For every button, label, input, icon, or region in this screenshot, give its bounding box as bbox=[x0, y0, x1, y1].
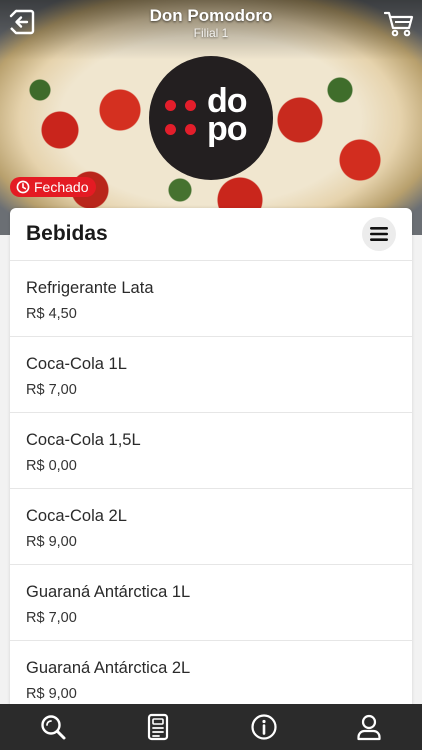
logo-text-bottom: po bbox=[207, 110, 248, 148]
section-title: Bebidas bbox=[26, 222, 108, 245]
item-name: Coca-Cola 1,5L bbox=[26, 431, 141, 449]
menu-item[interactable]: Coca-Cola 2L R$ 9,00 bbox=[10, 489, 412, 565]
nav-orders-button[interactable] bbox=[140, 709, 176, 745]
logo-dot bbox=[165, 100, 176, 111]
branch-subtitle: Filial 1 bbox=[193, 26, 229, 40]
item-price: R$ 0,00 bbox=[26, 458, 77, 474]
item-name: Coca-Cola 2L bbox=[26, 507, 127, 525]
order-list-icon bbox=[148, 713, 169, 741]
clock-icon bbox=[16, 180, 30, 194]
restaurant-logo: do po bbox=[149, 56, 273, 180]
menu-card: Bebidas Refrigerante Lata R$ 4,50 Coca-C… bbox=[10, 208, 412, 708]
menu-item[interactable]: Refrigerante Lata R$ 4,50 bbox=[10, 261, 412, 337]
cart-button[interactable] bbox=[383, 10, 414, 38]
item-name: Coca-Cola 1L bbox=[26, 355, 127, 373]
cart-icon bbox=[383, 11, 414, 37]
hamburger-menu-icon bbox=[370, 227, 388, 241]
menu-item[interactable]: Coca-Cola 1L R$ 7,00 bbox=[10, 337, 412, 413]
nav-search-button[interactable] bbox=[35, 709, 71, 745]
menu-item[interactable]: Guaraná Antárctica 2L R$ 9,00 bbox=[10, 641, 412, 708]
item-name: Refrigerante Lata bbox=[26, 279, 154, 297]
section-header: Bebidas bbox=[10, 208, 412, 261]
status-badge: Fechado bbox=[10, 177, 97, 197]
nav-profile-button[interactable] bbox=[351, 709, 387, 745]
item-price: R$ 7,00 bbox=[26, 382, 77, 398]
search-icon bbox=[41, 715, 66, 740]
logo-dot bbox=[165, 124, 176, 135]
menu-item[interactable]: Coca-Cola 1,5L R$ 0,00 bbox=[10, 413, 412, 489]
item-price: R$ 9,00 bbox=[26, 534, 77, 550]
hero-banner: Don Pomodoro Filial 1 do po Fechado bbox=[0, 0, 422, 235]
status-label: Fechado bbox=[34, 179, 89, 195]
logo-dot bbox=[185, 100, 196, 111]
item-name: Guaraná Antárctica 2L bbox=[26, 659, 191, 677]
user-icon bbox=[357, 714, 381, 741]
item-name: Guaraná Antárctica 1L bbox=[26, 583, 191, 601]
bottom-nav bbox=[0, 704, 422, 750]
logo-dot bbox=[185, 124, 196, 135]
menu-item[interactable]: Guaraná Antárctica 1L R$ 7,00 bbox=[10, 565, 412, 641]
info-icon bbox=[251, 714, 277, 740]
item-price: R$ 4,50 bbox=[26, 306, 77, 322]
nav-info-button[interactable] bbox=[246, 709, 282, 745]
category-menu-button[interactable] bbox=[362, 217, 396, 251]
item-price: R$ 9,00 bbox=[26, 686, 77, 702]
item-price: R$ 7,00 bbox=[26, 610, 77, 626]
page-title: Don Pomodoro bbox=[149, 6, 273, 25]
